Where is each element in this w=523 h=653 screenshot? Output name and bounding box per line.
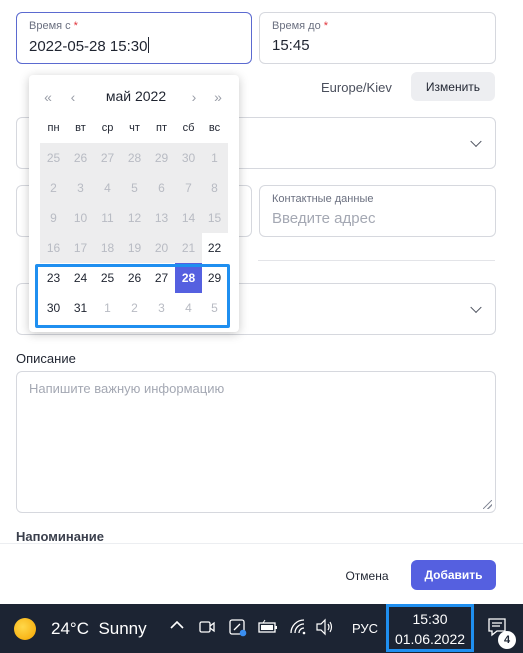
day-cell: 6 [148, 173, 175, 203]
screen-record-icon[interactable] [228, 618, 248, 643]
clock-time: 15:30 [412, 611, 448, 627]
chevron-down-icon [470, 135, 482, 148]
day-cell: 19 [121, 233, 148, 263]
day-cell: 15 [201, 203, 228, 233]
weekday-label: вс [208, 122, 221, 134]
day-cell: 5 [121, 173, 148, 203]
notification-count-badge: 4 [498, 631, 516, 649]
next-year-icon[interactable]: » [209, 89, 227, 105]
day-cell[interactable]: 22 [201, 233, 228, 263]
time-to-label: Время до * [272, 20, 328, 32]
taskbar: 24°C Sunny РУС 15:30 01.06.2022 4 [0, 604, 523, 653]
chevron-up-icon[interactable] [168, 616, 186, 639]
cancel-button[interactable]: Отмена [336, 562, 398, 590]
clock-widget[interactable]: 15:30 01.06.2022 [386, 604, 474, 652]
time-to-value: 15:45 [272, 37, 310, 54]
change-timezone-button[interactable]: Изменить [411, 72, 495, 101]
day-cell: 14 [175, 203, 202, 233]
clock-date: 01.06.2022 [394, 631, 466, 647]
weekday-label: ср [101, 122, 114, 134]
weekday-label: пн [47, 122, 60, 134]
wifi-icon[interactable] [288, 618, 308, 641]
prev-month-icon[interactable]: ‹ [64, 89, 82, 105]
day-cell: 21 [175, 233, 202, 263]
sun-icon[interactable] [14, 618, 36, 640]
day-cell: 10 [67, 203, 94, 233]
contact-field[interactable]: Контактные данные Введите адрес [259, 185, 496, 237]
weekday-label: пт [156, 122, 167, 134]
description-label: Описание [16, 351, 76, 366]
time-to-field[interactable]: Время до * 15:45 [259, 12, 496, 64]
prev-year-icon[interactable]: « [39, 89, 57, 105]
day-cell: 4 [94, 173, 121, 203]
weather-widget[interactable]: 24°C Sunny [51, 619, 147, 639]
contact-label: Контактные данные [272, 193, 374, 205]
volume-icon[interactable] [315, 618, 335, 641]
description-textarea[interactable]: Напишите важную информацию [16, 371, 496, 513]
weekday-label: сб [182, 122, 195, 134]
reminder-label: Напоминание [16, 529, 105, 544]
day-cell: 13 [148, 203, 175, 233]
contact-input[interactable]: Введите адрес [272, 210, 375, 227]
time-from-value: 2022-05-28 15:30 [29, 37, 150, 55]
day-cell: 1 [201, 143, 228, 173]
day-cell: 29 [148, 143, 175, 173]
day-cell: 28 [121, 143, 148, 173]
add-button[interactable]: Добавить [411, 560, 496, 590]
day-cell: 25 [40, 143, 67, 173]
day-cell: 18 [94, 233, 121, 263]
meet-now-icon[interactable] [198, 618, 216, 641]
day-cell: 8 [201, 173, 228, 203]
day-cell: 27 [94, 143, 121, 173]
day-cell: 2 [40, 173, 67, 203]
battery-icon[interactable] [257, 618, 279, 641]
event-form-page: Время с * 2022-05-28 15:30 Время до * 15:4… [0, 0, 523, 653]
language-indicator[interactable]: РУС [352, 621, 378, 636]
day-cell: 11 [94, 203, 121, 233]
highlight-box [35, 264, 230, 328]
chevron-down-icon [470, 301, 482, 314]
day-cell: 9 [40, 203, 67, 233]
day-cell: 26 [67, 143, 94, 173]
timezone-label: Europe/Kiev [321, 80, 392, 95]
next-month-icon[interactable]: › [185, 89, 203, 105]
time-from-field[interactable]: Время с * 2022-05-28 15:30 [16, 12, 252, 64]
day-cell: 7 [175, 173, 202, 203]
day-cell: 12 [121, 203, 148, 233]
resize-handle-icon[interactable] [483, 500, 492, 509]
footer-separator [0, 543, 523, 544]
day-cell: 20 [148, 233, 175, 263]
description-placeholder: Напишите важную информацию [29, 381, 225, 396]
weekday-label: вт [75, 122, 86, 134]
divider [258, 260, 495, 261]
day-cell: 30 [175, 143, 202, 173]
day-cell: 17 [67, 233, 94, 263]
datepicker-title[interactable]: май 2022 [87, 88, 185, 104]
weekday-label: чт [129, 122, 140, 134]
day-cell: 16 [40, 233, 67, 263]
time-from-label: Время с * [29, 20, 78, 32]
day-cell: 3 [67, 173, 94, 203]
